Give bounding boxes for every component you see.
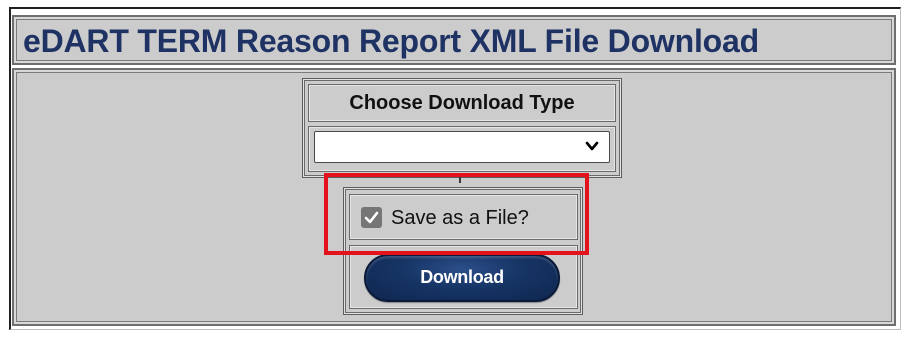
divider-mark [459, 177, 461, 183]
download-type-header: Choose Download Type [308, 84, 616, 122]
save-as-file-checkbox[interactable] [361, 207, 382, 228]
page-title: eDART TERM Reason Report XML File Downlo… [23, 23, 759, 59]
download-type-label: Choose Download Type [349, 92, 575, 114]
checkmark-icon [364, 211, 379, 224]
chevron-down-icon [585, 139, 599, 153]
save-as-file-label: Save as a File? [391, 207, 529, 229]
edart-download-page: eDART TERM Reason Report XML File Downlo… [0, 0, 905, 337]
download-type-select[interactable] [314, 131, 610, 163]
title-bar: eDART TERM Reason Report XML File Downlo… [12, 15, 896, 65]
download-button-label: Download [420, 267, 504, 287]
download-button[interactable]: Download [364, 254, 560, 302]
